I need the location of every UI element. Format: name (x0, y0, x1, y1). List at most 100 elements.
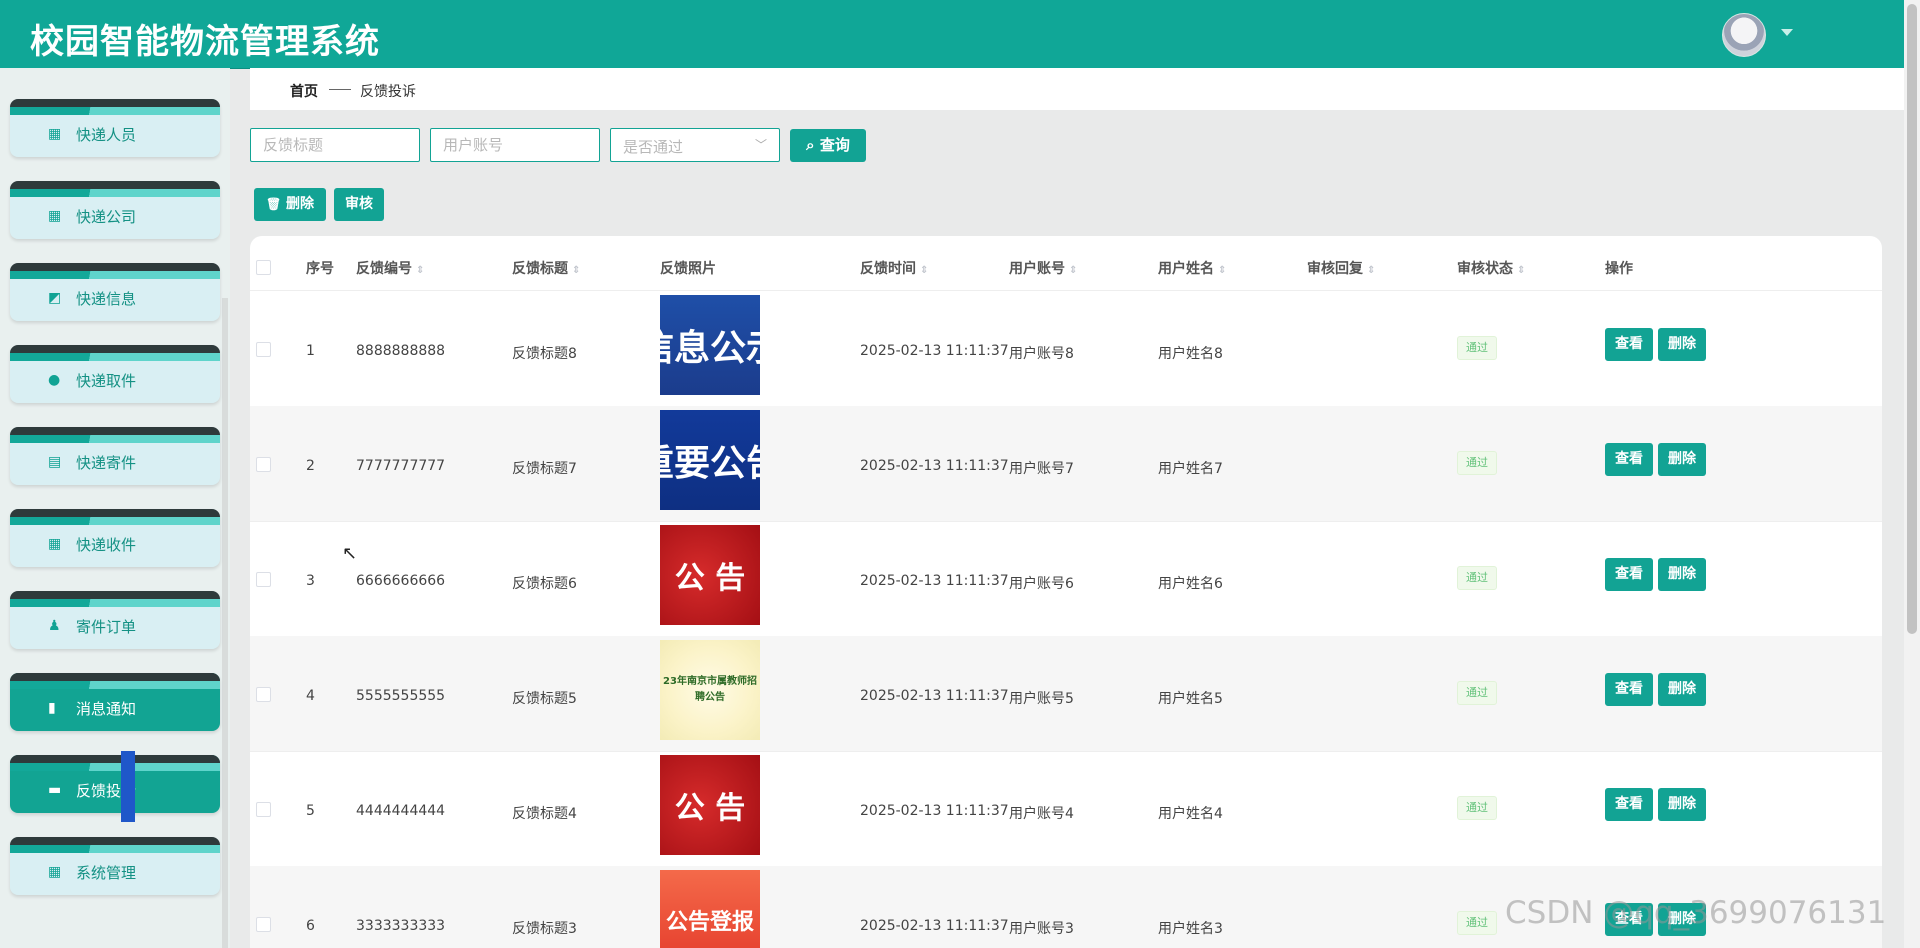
feedback-photo[interactable]: 23年南京市属教师招聘公告 (660, 640, 760, 740)
caret-down-icon[interactable] (1781, 29, 1793, 36)
row-checkbox[interactable] (256, 457, 271, 472)
row-title: 反馈标题3 (512, 921, 577, 937)
row-index: 6 (306, 918, 315, 934)
table-row[interactable]: 4 5555555555 反馈标题5 23年南京市属教师招聘公告 2025-02-13 … (250, 636, 1882, 752)
sidebar-item-label: 快递收件 (76, 536, 137, 554)
row-account: 用户账号5 (1009, 691, 1074, 707)
select-all-checkbox[interactable] (256, 260, 271, 275)
header-title[interactable]: 反馈标题 ⇕ (512, 258, 580, 278)
sidebar-item-1[interactable]: ▦ 快递人员 (10, 99, 220, 157)
photo-text: 信息公示 (660, 328, 760, 369)
row-name: 用户姓名4 (1158, 806, 1223, 822)
feedback-photo[interactable]: 重要公告 (660, 410, 760, 510)
sort-icon[interactable]: ⇕ (416, 265, 424, 276)
header-time[interactable]: 反馈时间 ⇕ (860, 258, 928, 278)
breadcrumb-current: 反馈投诉 (360, 84, 416, 100)
view-button[interactable]: 查看 (1605, 443, 1653, 476)
delete-button[interactable]: 删除 (1658, 443, 1706, 476)
chart-icon: ◩ (48, 290, 62, 306)
feedback-photo[interactable]: 公 告 (660, 755, 760, 855)
header-actions: 操作 (1605, 261, 1633, 277)
top-header: 校园智能物流管理系统 (0, 0, 1904, 69)
table-row[interactable]: 27777777777反馈标题7重要公告2025-02-13 11:11:37用… (250, 406, 1882, 522)
row-title: 反馈标题7 (512, 461, 577, 477)
delete-button[interactable]: 删除 (1658, 673, 1706, 706)
user-icon: ♟ (48, 618, 61, 634)
menu-accent (10, 517, 220, 525)
row-title: 反馈标题6 (512, 576, 577, 592)
sort-icon[interactable]: ⇕ (1367, 265, 1375, 276)
sidebar-item-10[interactable]: ▦ 系统管理 (10, 837, 220, 895)
row-checkbox[interactable] (256, 572, 271, 587)
sidebar-item-5[interactable]: ▤ 快递寄件 (10, 427, 220, 485)
batch-delete-button[interactable]: 🗑 删除 (254, 188, 326, 221)
sidebar-item-label: 快递公司 (76, 208, 137, 226)
row-checkbox[interactable] (256, 342, 271, 357)
header-account[interactable]: 用户账号 ⇕ (1009, 258, 1077, 278)
page-scrollbar[interactable] (1904, 0, 1920, 948)
row-checkbox[interactable] (256, 802, 271, 817)
grid-icon: ▦ (48, 864, 62, 880)
sort-icon[interactable]: ⇕ (1517, 265, 1525, 276)
sidebar-item-6[interactable]: ▦ 快递收件 (10, 509, 220, 567)
sort-icon[interactable]: ⇕ (920, 265, 928, 276)
sidebar-item-8[interactable]: ▮ 消息通知 (10, 673, 220, 731)
table-row[interactable]: 5 4444444444 反馈标题4 公 告 2025-02-13 11:11:37 用户… (250, 751, 1882, 867)
row-time: 2025-02-13 11:11:37 (860, 688, 1009, 704)
sort-icon[interactable]: ⇕ (572, 265, 580, 276)
sort-icon[interactable]: ⇕ (1218, 265, 1226, 276)
feedback-title-input[interactable] (250, 128, 420, 162)
row-checkbox[interactable] (256, 687, 271, 702)
sidebar-item-7[interactable]: ♟ 寄件订单 (10, 591, 220, 649)
row-account: 用户账号3 (1009, 921, 1074, 937)
row-code: 7777777777 (356, 458, 446, 474)
user-avatar[interactable] (1722, 13, 1766, 57)
sidebar-item-4[interactable]: ● 快递取件 (10, 345, 220, 403)
table-row[interactable]: 3 6666666666 反馈标题6 公 告 2025-02-13 11:11:37 用户… (250, 521, 1882, 637)
sort-icon[interactable]: ⇕ (1069, 265, 1077, 276)
feedback-photo[interactable]: 公告登报 (660, 870, 760, 948)
view-button[interactable]: 查看 (1605, 673, 1653, 706)
row-checkbox[interactable] (256, 917, 271, 932)
scrollbar-thumb[interactable] (1907, 4, 1917, 634)
breadcrumb-home[interactable]: 首页 (290, 81, 318, 101)
header-status-label: 审核状态 (1457, 261, 1513, 277)
header-reply[interactable]: 审核回复 ⇕ (1307, 258, 1375, 278)
row-index: 2 (306, 458, 315, 474)
sidebar-item-3[interactable]: ◩ 快递信息 (10, 263, 220, 321)
row-title: 反馈标题8 (512, 346, 577, 362)
delete-button[interactable]: 删除 (1658, 558, 1706, 591)
header-name[interactable]: 用户姓名 ⇕ (1158, 258, 1226, 278)
status-badge: 通过 (1457, 336, 1497, 360)
row-title: 反馈标题4 (512, 806, 577, 822)
sidebar-item-9[interactable]: ▬ 反馈投诉 (10, 755, 220, 813)
photo-text: 公 告 (674, 561, 746, 596)
feedback-photo[interactable]: 信息公示 (660, 295, 760, 395)
sidebar-item-2[interactable]: ▦ 快递公司 (10, 181, 220, 239)
photo-text: 公告登报 (665, 910, 754, 935)
query-button[interactable]: ⌕ 查询 (790, 129, 866, 162)
view-button[interactable]: 查看 (1605, 788, 1653, 821)
header-code[interactable]: 反馈编号 ⇕ (356, 258, 424, 278)
delete-button[interactable]: 删除 (1658, 328, 1706, 361)
view-button[interactable]: 查看 (1605, 328, 1653, 361)
delete-button[interactable]: 删除 (1658, 788, 1706, 821)
menu-accent (10, 681, 220, 689)
view-button[interactable]: 查看 (1605, 558, 1653, 591)
sidebar-item-label: 寄件订单 (76, 618, 137, 636)
sidebar-scrollbar[interactable] (222, 298, 228, 948)
trash-icon: 🗑 (265, 197, 282, 211)
header-status[interactable]: 审核状态 ⇕ (1457, 258, 1525, 278)
status-badge: 通过 (1457, 911, 1497, 935)
user-account-input[interactable] (430, 128, 600, 162)
table-row[interactable]: 18888888888反馈标题8信息公示2025-02-13 11:11:37用… (250, 291, 1882, 407)
photo-text: 23年南京市属教师招聘公告 (663, 676, 757, 703)
approval-status-select[interactable]: 是否通过 ﹀ (610, 128, 780, 162)
feedback-photo[interactable]: 公 告 (660, 525, 760, 625)
sidebar-item-label: 系统管理 (76, 864, 137, 882)
audit-button[interactable]: 审核 (334, 188, 384, 221)
status-badge: 通过 (1457, 566, 1497, 590)
sidebar-item-label: 快递寄件 (76, 454, 137, 472)
menu-stripe (10, 509, 220, 517)
row-account: 用户账号8 (1009, 346, 1074, 362)
